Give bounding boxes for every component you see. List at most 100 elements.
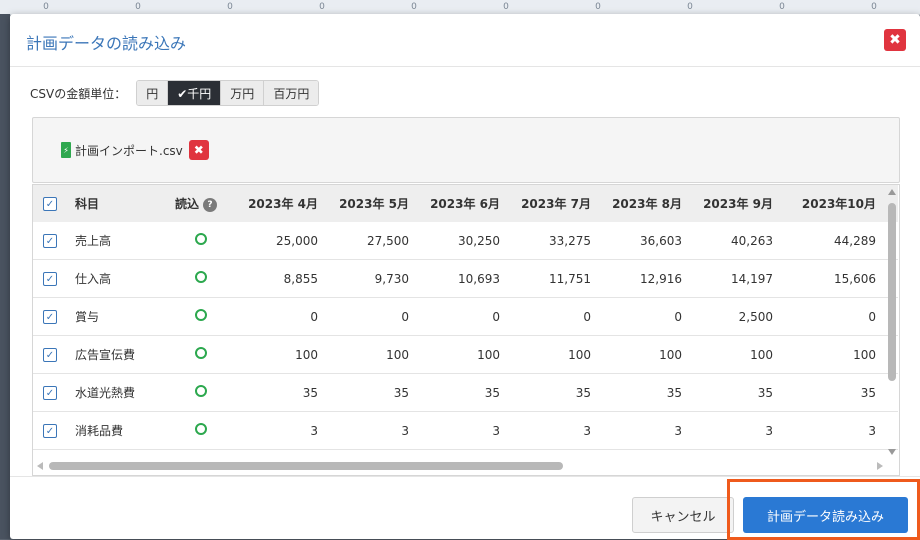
amount-cell: 35 [690,373,781,412]
table-row: ✓ 消耗品費 3 3 3 3 3 3 3 [33,411,898,450]
currency-unit-option[interactable]: ✔千円 [168,81,222,105]
amount-cell: 100 [781,335,898,374]
amount-cell: 15,606 [781,259,898,298]
amount-cell: 100 [235,335,326,374]
attached-file: ⚡ 計画インポート.csv ✖ [61,140,209,160]
ok-circle-icon [195,347,207,359]
import-status-cell [167,335,235,374]
currency-unit-option[interactable]: 万円 [221,81,265,105]
background-grid-strip: 0000000000 [0,0,920,15]
currency-unit-option[interactable]: 百万円 [264,81,319,105]
dialog-header: 計画データの読み込み ✖ [10,14,920,67]
scroll-up-icon[interactable] [888,189,896,195]
amount-cell: 27,500 [326,222,417,260]
remove-file-button[interactable]: ✖ [188,140,209,160]
row-select-cell: ✓ [33,259,67,298]
close-icon: ✖ [193,143,204,157]
ok-circle-icon [195,309,207,321]
row-checkbox[interactable]: ✓ [43,386,57,401]
amount-cell: 100 [417,335,508,374]
account-name-cell: 売上高 [67,222,167,260]
row-select-cell: ✓ [33,411,67,450]
import-plan-data-button[interactable]: 計画データ読み込み [743,497,908,533]
import-status-cell [167,222,235,260]
currency-unit-option[interactable]: 円 [137,81,169,105]
amount-cell: 35 [326,373,417,412]
amount-cell: 9,730 [326,259,417,298]
import-header-label: 読込 [175,197,200,211]
amount-cell: 35 [508,373,599,412]
amount-cell: 0 [599,297,690,336]
amount-cell: 2,500 [690,297,781,336]
amount-cell: 0 [235,297,326,336]
import-preview-grid: ✓ 科目 読込? 2023年 4月 2023年 5月 2023年 6月 2023… [32,184,900,476]
amount-cell: 35 [599,373,690,412]
amount-cell: 0 [417,297,508,336]
scroll-left-icon[interactable] [37,462,43,470]
row-checkbox[interactable]: ✓ [43,234,57,249]
select-all-cell: ✓ [33,185,67,222]
vertical-scrollbar[interactable] [886,187,898,455]
import-status-cell [167,411,235,450]
ok-circle-icon [195,271,207,283]
help-icon[interactable]: ? [203,197,218,212]
column-header-month: 2023年 4月 [235,185,326,222]
dialog-title: 計画データの読み込み [26,34,187,53]
currency-unit-row: CSVの金額単位： 円 ✔千円 万円 百万円 [30,80,320,106]
select-all-checkbox[interactable]: ✓ [43,197,57,212]
ok-circle-icon [195,233,207,245]
scroll-down-icon[interactable] [888,449,896,455]
amount-cell: 100 [326,335,417,374]
vertical-scroll-thumb[interactable] [888,203,896,381]
amount-cell: 35 [235,373,326,412]
close-button[interactable]: ✖ [884,29,906,51]
column-header-month: 2023年 9月 [690,185,781,222]
account-name-cell: 賞与 [67,297,167,336]
amount-cell: 3 [235,411,326,450]
amount-cell: 100 [508,335,599,374]
dialog-footer: キャンセル 計画データ読み込み [10,476,920,540]
cancel-button[interactable]: キャンセル [632,497,734,533]
table-row: ✓ 水道光熱費 35 35 35 35 35 35 35 [33,373,898,412]
column-header-import: 読込? [167,185,235,222]
table-row: ✓ 賞与 0 0 0 0 0 2,500 0 [33,297,898,336]
amount-cell: 3 [326,411,417,450]
amount-cell: 3 [508,411,599,450]
grid-header-row: ✓ 科目 読込? 2023年 4月 2023年 5月 2023年 6月 2023… [33,185,898,222]
account-name-cell: 広告宣伝費 [67,335,167,374]
amount-cell: 11,751 [508,259,599,298]
amount-cell: 36,603 [599,222,690,260]
amount-cell: 25,000 [235,222,326,260]
amount-cell: 0 [781,297,898,336]
column-header-month: 2023年 5月 [326,185,417,222]
column-header-item: 科目 [67,185,167,222]
file-name: 計画インポート.csv [75,143,183,158]
scroll-right-icon[interactable] [877,462,883,470]
table-row: ✓ 仕入高 8,855 9,730 10,693 11,751 12,916 14,197 15… [33,259,898,298]
amount-cell: 35 [781,373,898,412]
amount-cell: 44,289 [781,222,898,260]
row-checkbox[interactable]: ✓ [43,310,57,325]
row-checkbox[interactable]: ✓ [43,272,57,287]
row-checkbox[interactable]: ✓ [43,424,57,439]
import-status-cell [167,297,235,336]
currency-unit-toggle: 円 ✔千円 万円 百万円 [136,80,320,106]
amount-cell: 30,250 [417,222,508,260]
horizontal-scrollbar[interactable] [35,459,883,473]
amount-cell: 8,855 [235,259,326,298]
amount-cell: 3 [599,411,690,450]
row-select-cell: ✓ [33,297,67,336]
close-icon: ✖ [889,32,901,48]
amount-cell: 100 [690,335,781,374]
horizontal-scroll-thumb[interactable] [49,462,563,470]
amount-cell: 33,275 [508,222,599,260]
account-name-cell: 仕入高 [67,259,167,298]
csv-file-icon: ⚡ [61,142,71,158]
currency-unit-label: CSVの金額単位： [30,86,127,101]
import-status-cell [167,259,235,298]
row-checkbox[interactable]: ✓ [43,348,57,363]
file-drop-area[interactable]: ⚡ 計画インポート.csv ✖ [32,117,900,183]
amount-cell: 100 [599,335,690,374]
ok-circle-icon [195,385,207,397]
row-select-cell: ✓ [33,373,67,412]
